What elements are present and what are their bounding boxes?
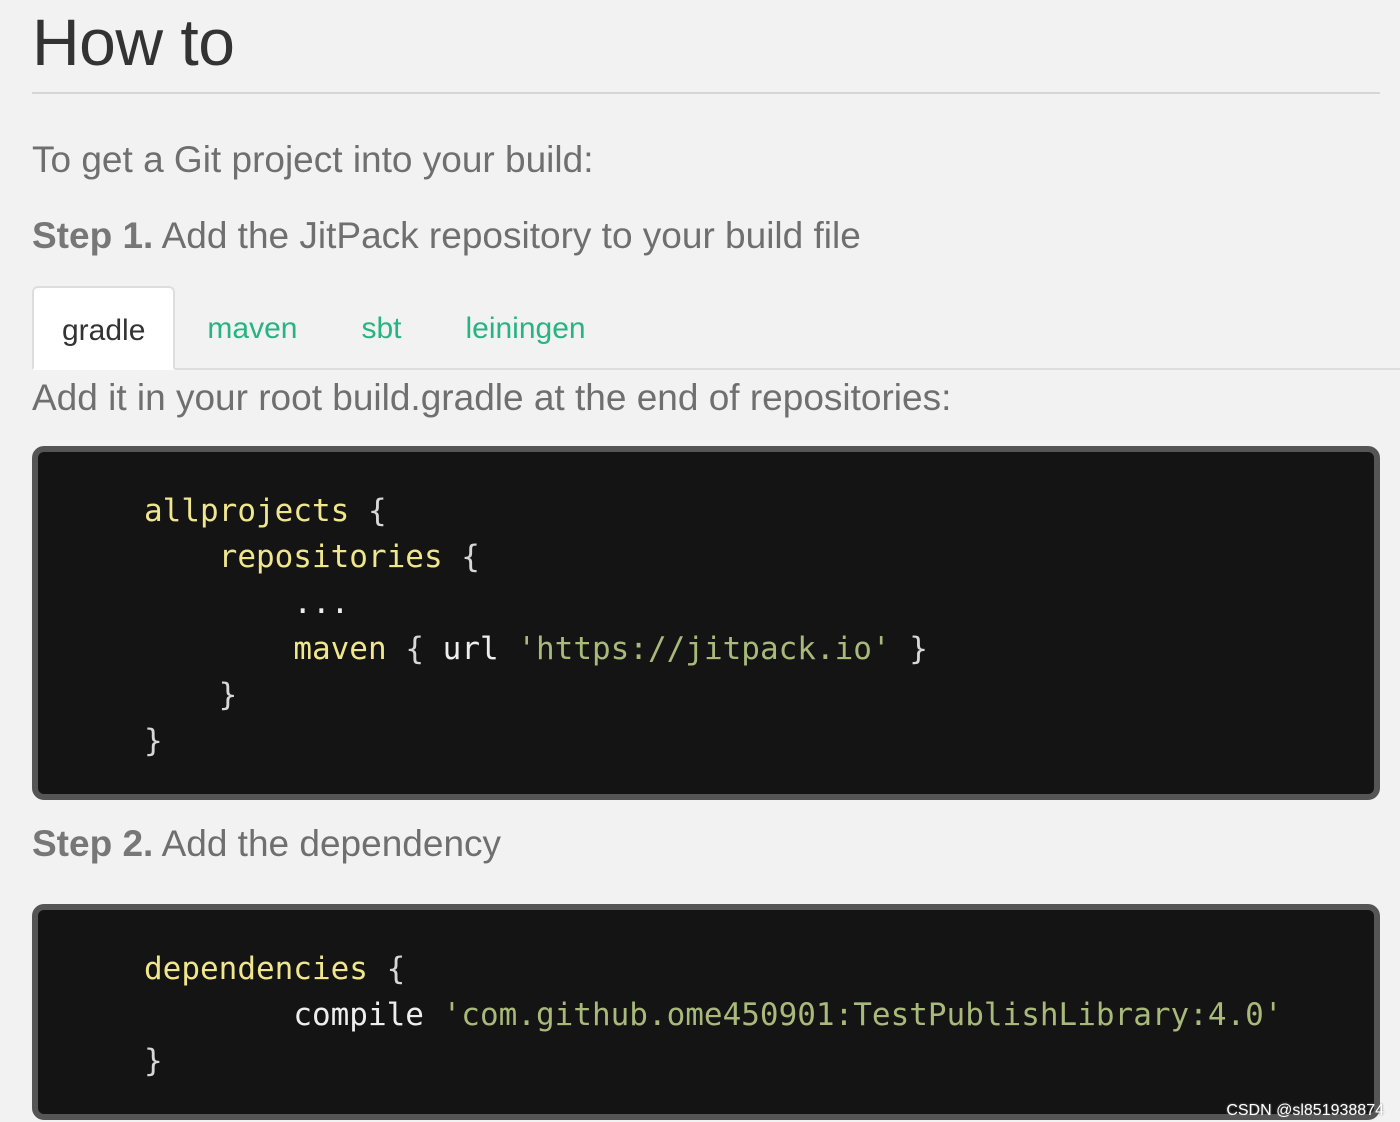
code-line: allprojects { xyxy=(144,488,1374,534)
code-line: } xyxy=(144,718,1374,764)
code-brace: { xyxy=(461,539,480,575)
code-ellipsis: ... xyxy=(293,585,350,621)
code-line: } xyxy=(144,1038,1374,1084)
jitpack-howto-page: How to To get a Git project into your bu… xyxy=(32,0,1400,1120)
step-2-text: Add the dependency xyxy=(153,823,502,864)
code-line: dependencies { xyxy=(144,946,1374,992)
step-1-label: Step 1. xyxy=(32,215,154,256)
code-brace: } xyxy=(144,723,163,759)
code-keyword: allprojects xyxy=(144,493,350,529)
build-tool-tabs: gradle maven sbt leiningen xyxy=(32,284,1400,370)
code-brace: { xyxy=(405,631,424,667)
code-plain: url xyxy=(442,631,499,667)
step-1-text: Add the JitPack repository to your build… xyxy=(153,215,861,256)
intro-text: To get a Git project into your build: xyxy=(32,139,594,180)
code-string: 'https://jitpack.io' xyxy=(517,631,891,667)
tab-leiningen[interactable]: leiningen xyxy=(433,314,617,368)
step-1-heading: Step 1. Add the JitPack repository to yo… xyxy=(32,214,1380,258)
code-keyword: maven xyxy=(293,631,387,667)
code-line: maven { url 'https://jitpack.io' } xyxy=(144,626,1374,672)
tab-maven[interactable]: maven xyxy=(175,314,329,368)
page-title: How to xyxy=(32,5,235,79)
step-2-label: Step 2. xyxy=(32,823,154,864)
code-brace: } xyxy=(218,677,238,713)
code-line: ... xyxy=(144,580,1374,626)
code-plain: compile xyxy=(293,997,424,1033)
code-brace: } xyxy=(144,1043,163,1079)
watermark: CSDN @sl851938874 xyxy=(1226,1102,1384,1119)
dependency-code-block[interactable]: dependencies { compile 'com.github.ome45… xyxy=(32,904,1380,1120)
tab-description: Add it in your root build.gradle at the … xyxy=(32,377,952,418)
code-keyword: dependencies xyxy=(144,951,368,987)
code-brace: { xyxy=(367,493,387,529)
title-divider xyxy=(32,92,1380,94)
repository-code-block[interactable]: allprojects { repositories { ... maven {… xyxy=(32,446,1380,800)
code-line: repositories { xyxy=(144,534,1374,580)
step-2-heading: Step 2. Add the dependency xyxy=(32,822,1380,866)
code-line: } xyxy=(144,672,1374,718)
tab-gradle[interactable]: gradle xyxy=(32,286,176,370)
code-brace: { xyxy=(386,951,406,987)
code-line: compile 'com.github.ome450901:TestPublis… xyxy=(144,992,1374,1038)
code-string: 'com.github.ome450901:TestPublishLibrary… xyxy=(442,997,1283,1033)
code-keyword: repositories xyxy=(218,539,443,575)
code-brace: } xyxy=(909,631,928,667)
tab-sbt[interactable]: sbt xyxy=(329,314,433,368)
